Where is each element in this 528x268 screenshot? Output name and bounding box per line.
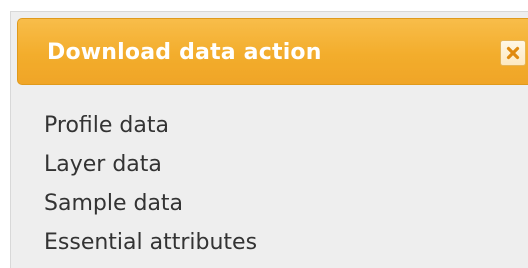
close-icon: [506, 46, 520, 60]
dialog-title: Download data action: [47, 40, 322, 65]
close-button[interactable]: [500, 40, 526, 66]
menu-item-layer-data[interactable]: Layer data: [44, 145, 257, 184]
menu-item-sample-data[interactable]: Sample data: [44, 184, 257, 223]
dialog-titlebar: Download data action: [17, 18, 528, 85]
download-data-dialog: Download data action Profile data Layer …: [10, 11, 528, 268]
download-options-list: Profile data Layer data Sample data Esse…: [44, 106, 257, 262]
menu-item-essential-attributes[interactable]: Essential attributes: [44, 223, 257, 262]
menu-item-profile-data[interactable]: Profile data: [44, 106, 257, 145]
